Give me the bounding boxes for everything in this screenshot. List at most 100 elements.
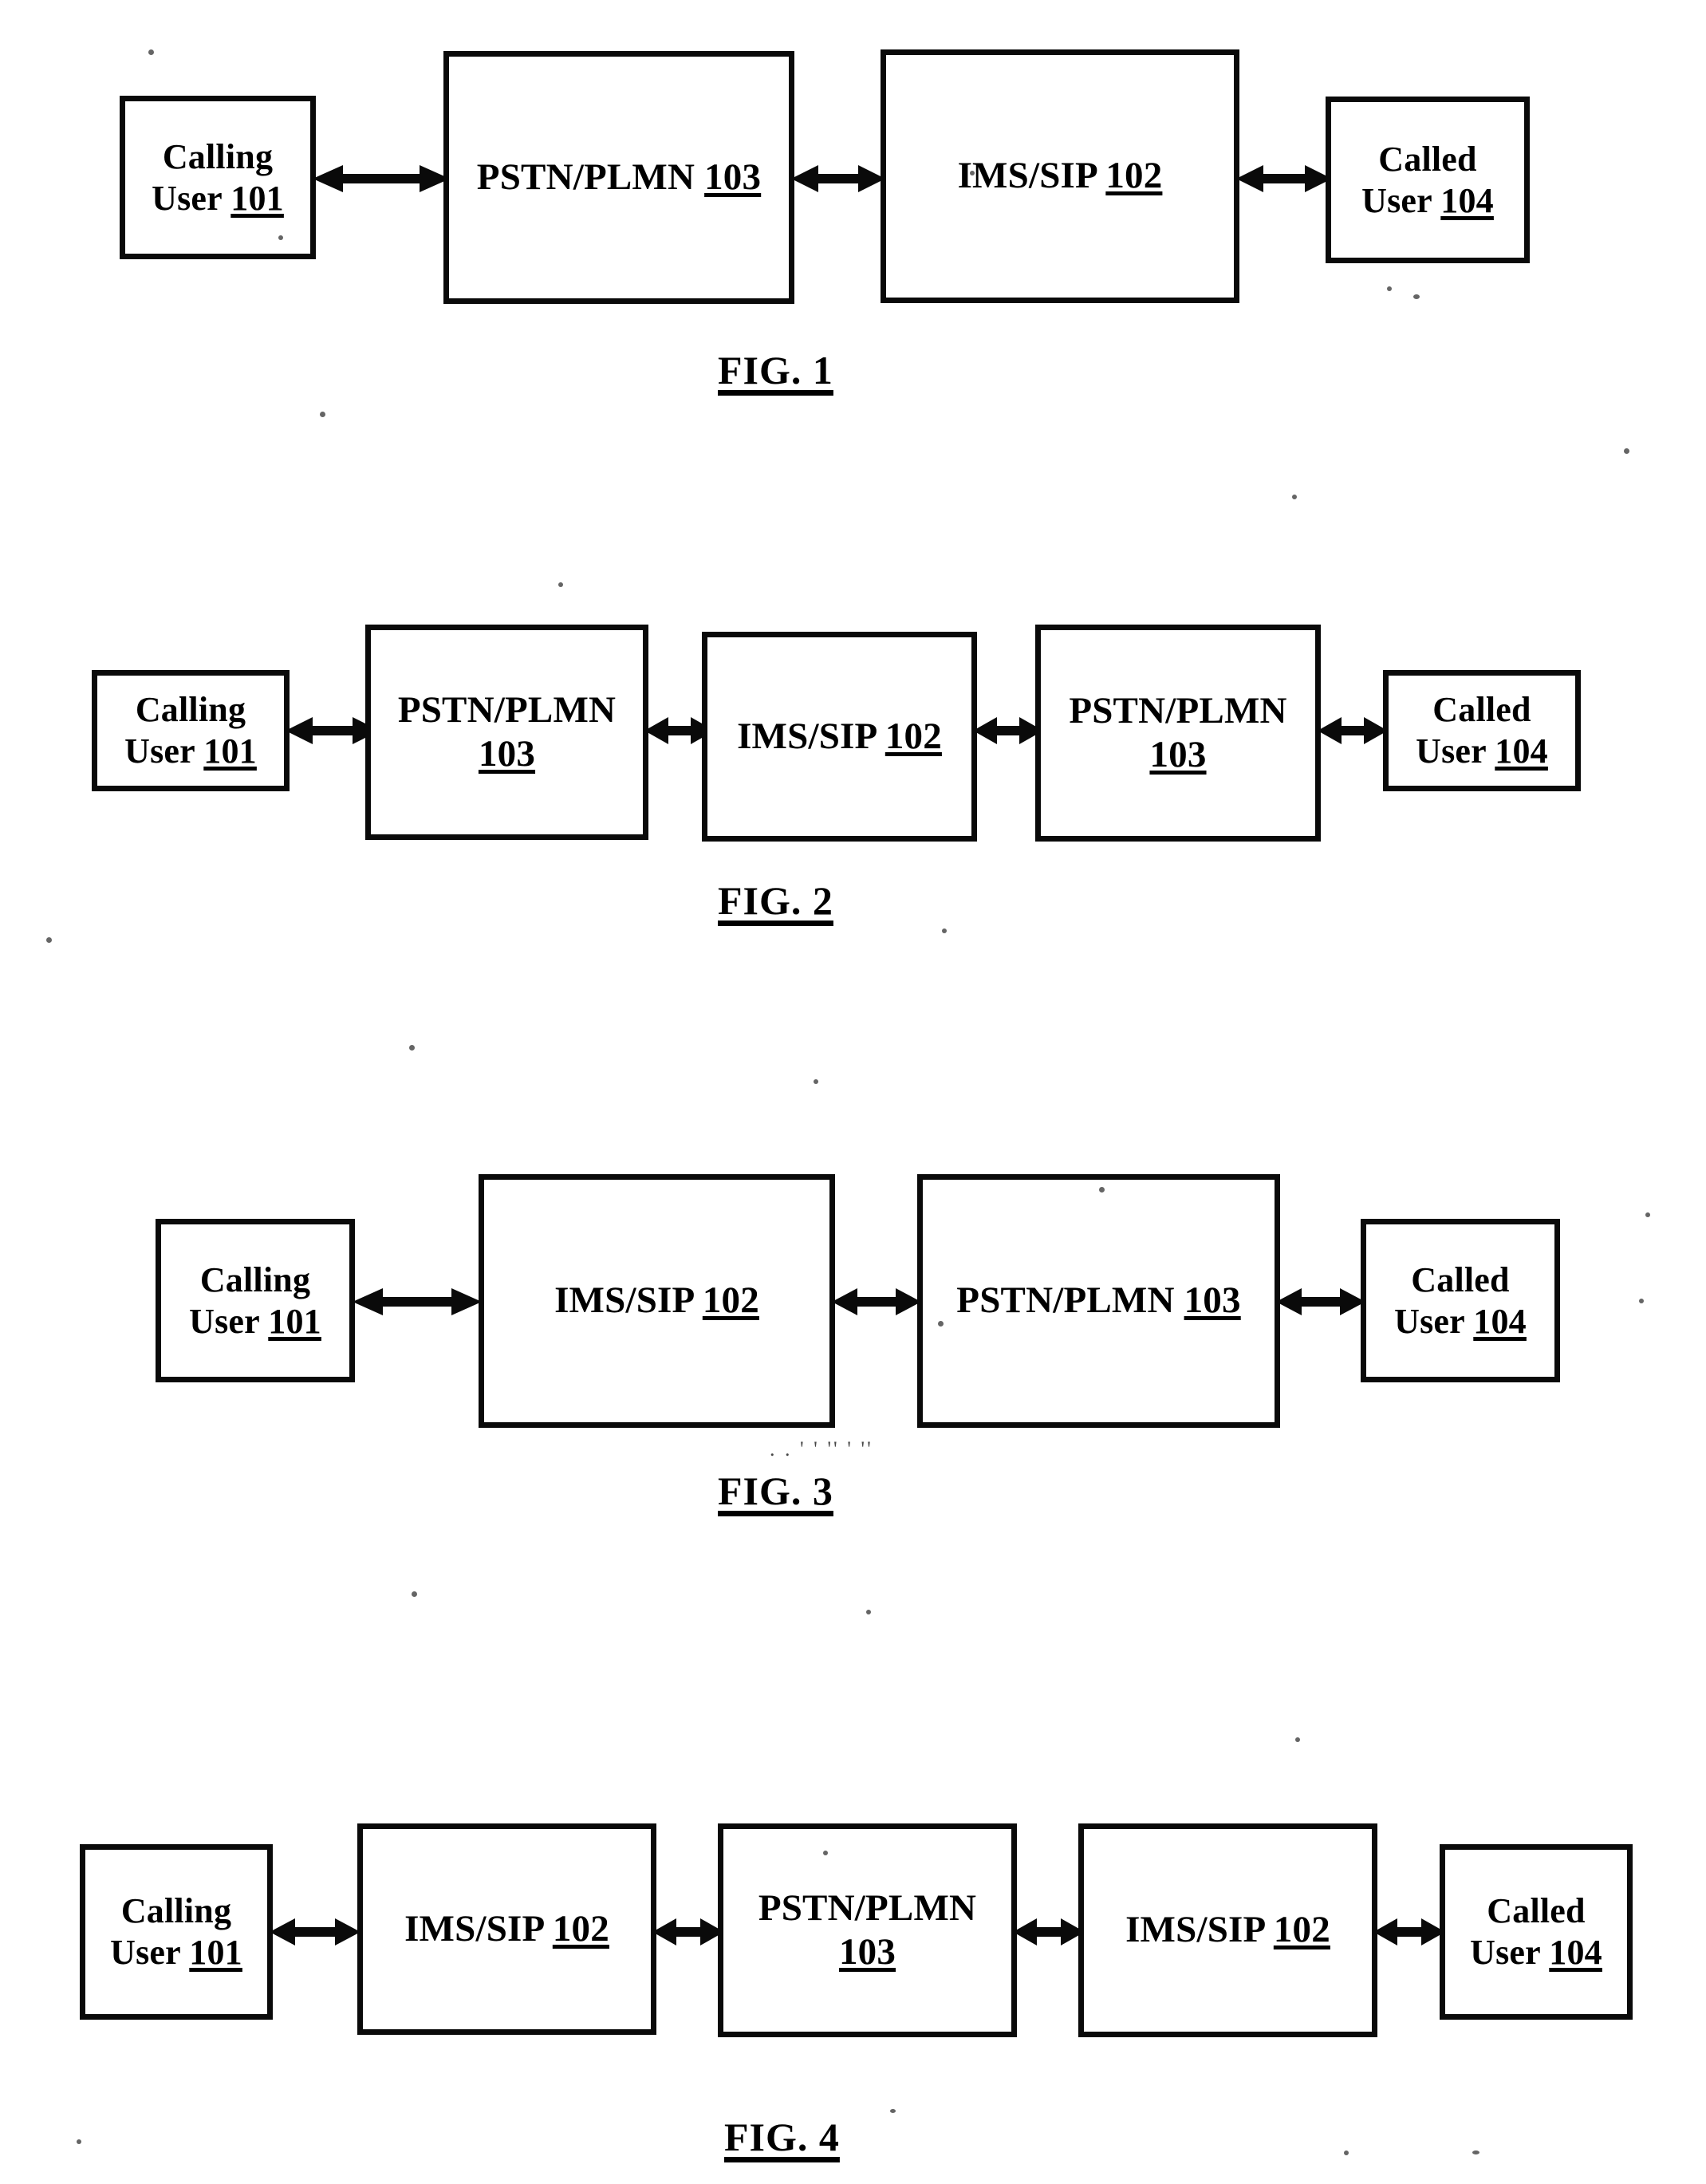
figure-1-diagram-row: Calling User 101 PSTN/PLMN 103 IMS/SIP 1… (0, 0, 1706, 423)
figure-4-caption: FIG. 4 (724, 2115, 840, 2159)
scan-speck (1387, 286, 1392, 291)
arrow-calling-to-pstn-fig1 (313, 164, 450, 194)
node-pstn-plmn-fig1[interactable]: PSTN/PLMN 103 (443, 51, 794, 304)
arrow-ims2-to-called-fig4 (1373, 1917, 1445, 1947)
node-label: IMS/SIP 102 (1125, 1909, 1330, 1951)
scan-speck (814, 1079, 818, 1084)
node-label: PSTN/PLMN 103 (1069, 689, 1287, 775)
reference-numeral: 104 (1495, 731, 1548, 771)
reference-numeral: 101 (268, 1301, 321, 1341)
node-label: Called User 104 (1394, 1260, 1527, 1341)
figure-2: Calling User 101 PSTN/PLMN 103 IMS/SIP 1… (0, 590, 1706, 973)
figure-2-diagram-row: Calling User 101 PSTN/PLMN 103 IMS/SIP 1… (0, 590, 1706, 973)
node-ims-sip-first-fig4[interactable]: IMS/SIP 102 (357, 1823, 656, 2035)
arrow-pstn-to-called-fig3 (1276, 1287, 1365, 1317)
node-label: Calling User 101 (110, 1891, 242, 1972)
node-label: PSTN/PLMN 103 (476, 156, 762, 198)
scan-speck (320, 412, 325, 417)
figure-2-caption: FIG. 2 (718, 878, 833, 923)
node-called-user-fig1[interactable]: Called User 104 (1326, 97, 1530, 263)
node-label: Calling User 101 (189, 1260, 321, 1341)
node-label: PSTN/PLMN 103 (956, 1279, 1241, 1322)
scan-speck (148, 49, 154, 55)
scan-speck (942, 928, 947, 933)
node-called-user-fig4[interactable]: Called User 104 (1440, 1844, 1633, 2020)
node-label: Calling User 101 (124, 690, 257, 771)
reference-numeral: 102 (552, 1907, 609, 1949)
figure-3: Calling User 101 IMS/SIP 102 PSTN/PLMN 1… (0, 1157, 1706, 1571)
drawing-sheet: Calling User 101 PSTN/PLMN 103 IMS/SIP 1… (0, 0, 1706, 2184)
arrow-pstn-to-ims-fig1 (791, 164, 885, 194)
reference-numeral: 104 (1549, 1933, 1602, 1972)
reference-numeral: 102 (702, 1279, 759, 1322)
scan-speck (1624, 448, 1629, 454)
scan-speck (1645, 1212, 1650, 1217)
arrow-pstn2-to-called-fig2 (1318, 716, 1388, 746)
node-ims-sip-second-fig4[interactable]: IMS/SIP 102 (1078, 1823, 1377, 2037)
arrow-calling-to-ims-fig3 (353, 1287, 482, 1317)
node-calling-user-fig3[interactable]: Calling User 101 (156, 1219, 355, 1382)
reference-numeral: 104 (1473, 1301, 1527, 1341)
node-ims-sip-fig3[interactable]: IMS/SIP 102 (479, 1174, 835, 1428)
node-label: Called User 104 (1416, 690, 1548, 771)
reference-numeral: 103 (704, 156, 762, 198)
scan-speck (866, 1610, 871, 1614)
figure-4: Calling User 101 IMS/SIP 102 PSTN/PLMN 1… (0, 1823, 1706, 2162)
arrow-ims-to-pstn2-fig2 (973, 716, 1043, 746)
scan-speck (77, 2139, 81, 2144)
figure-3-diagram-row: Calling User 101 IMS/SIP 102 PSTN/PLMN 1… (0, 1157, 1706, 1571)
reference-numeral: 102 (1105, 155, 1163, 197)
node-pstn-plmn-first-fig2[interactable]: PSTN/PLMN 103 (365, 625, 648, 840)
node-label: Called User 104 (1361, 139, 1494, 220)
scan-speck (558, 582, 563, 587)
reference-numeral: 103 (1184, 1279, 1241, 1322)
scan-speck (1344, 2150, 1349, 2155)
reference-numeral: 101 (189, 1933, 242, 1972)
scan-speck (1639, 1299, 1644, 1303)
arrow-pstn-to-ims2-fig4 (1013, 1917, 1085, 1947)
node-calling-user-fig4[interactable]: Calling User 101 (80, 1844, 273, 2020)
arrow-calling-to-ims1-fig4 (270, 1917, 361, 1947)
reference-numeral: 103 (1149, 734, 1207, 775)
node-label: IMS/SIP 102 (737, 715, 942, 757)
reference-numeral: 103 (478, 733, 536, 775)
arrow-ims1-to-pstn-fig4 (652, 1917, 724, 1947)
node-label: Called User 104 (1470, 1891, 1602, 1972)
scan-speck (890, 2109, 896, 2113)
scan-speck (970, 171, 975, 175)
node-label: PSTN/PLMN 103 (397, 688, 617, 775)
node-called-user-fig3[interactable]: Called User 104 (1361, 1219, 1560, 1382)
arrow-ims-to-pstn-fig3 (832, 1287, 921, 1317)
reference-numeral: 102 (1273, 1909, 1330, 1951)
node-pstn-plmn-fig3[interactable]: PSTN/PLMN 103 (917, 1174, 1280, 1428)
scan-speck (278, 235, 283, 240)
arrow-ims-to-called-fig1 (1236, 164, 1332, 194)
figure-4-diagram-row: Calling User 101 IMS/SIP 102 PSTN/PLMN 1… (0, 1823, 1706, 2162)
node-ims-sip-fig2[interactable]: IMS/SIP 102 (702, 632, 977, 842)
node-label: Calling User 101 (152, 136, 284, 218)
scan-speck (1472, 2150, 1479, 2154)
scan-speck (1413, 294, 1420, 299)
scan-speck (1292, 495, 1297, 499)
node-calling-user-fig1[interactable]: Calling User 101 (120, 96, 316, 259)
figure-1-caption: FIG. 1 (718, 348, 833, 392)
node-pstn-plmn-second-fig2[interactable]: PSTN/PLMN 103 (1035, 625, 1321, 842)
reference-numeral: 101 (230, 178, 284, 218)
node-calling-user-fig2[interactable]: Calling User 101 (92, 670, 290, 791)
reference-numeral: 101 (203, 731, 257, 771)
node-label: PSTN/PLMN 103 (758, 1886, 977, 1973)
node-ims-sip-fig1[interactable]: IMS/SIP 102 (881, 49, 1239, 303)
reference-numeral: 102 (885, 715, 942, 757)
figure-3-caption: FIG. 3 (718, 1468, 833, 1513)
scan-speck (1295, 1737, 1300, 1742)
reference-numeral: 103 (838, 1931, 896, 1973)
node-label: IMS/SIP 102 (554, 1279, 759, 1322)
node-called-user-fig2[interactable]: Called User 104 (1383, 670, 1581, 791)
scan-speck (823, 1851, 828, 1855)
scan-speck (412, 1591, 417, 1597)
node-label: IMS/SIP 102 (957, 155, 1163, 197)
node-pstn-plmn-fig4[interactable]: PSTN/PLMN 103 (718, 1823, 1017, 2037)
node-label: IMS/SIP 102 (404, 1907, 609, 1949)
scan-speck (46, 937, 52, 943)
scan-speck (1099, 1187, 1105, 1193)
